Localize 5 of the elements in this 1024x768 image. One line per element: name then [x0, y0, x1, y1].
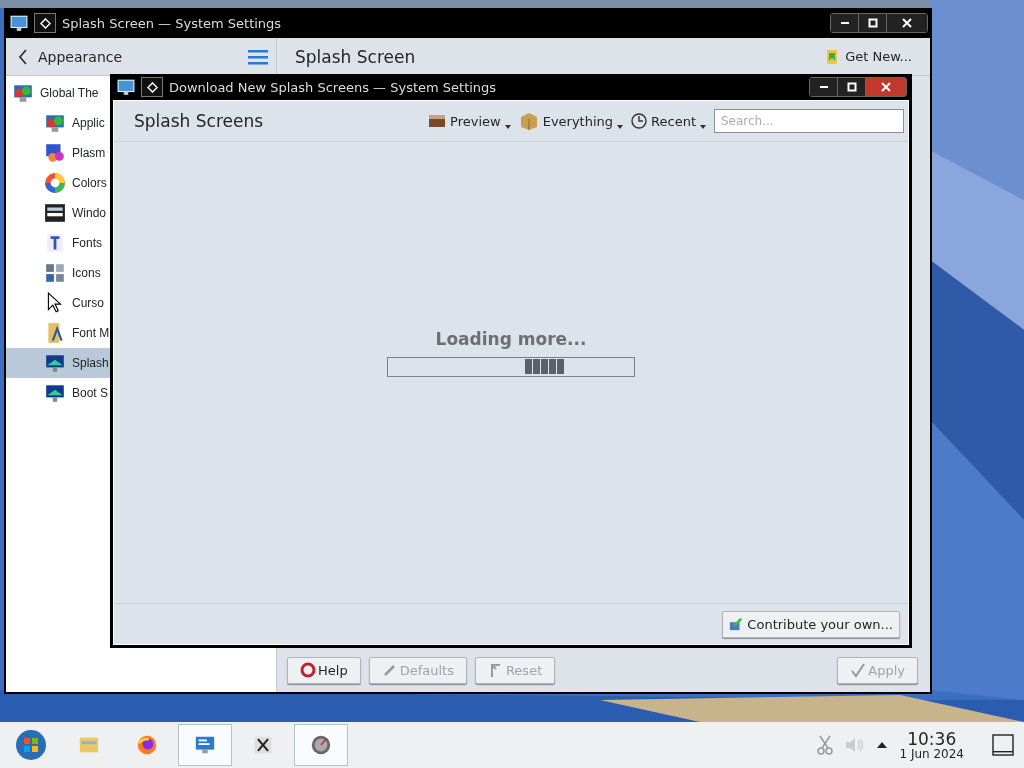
dialog-heading: Splash Screens — [134, 111, 264, 131]
loading-text: Loading more... — [435, 328, 587, 349]
page-title: Splash Screen — [295, 46, 416, 67]
window-title: Splash Screen — System Settings — [62, 15, 282, 31]
window-title: Download New Splash Screens — System Settings — [169, 79, 497, 95]
